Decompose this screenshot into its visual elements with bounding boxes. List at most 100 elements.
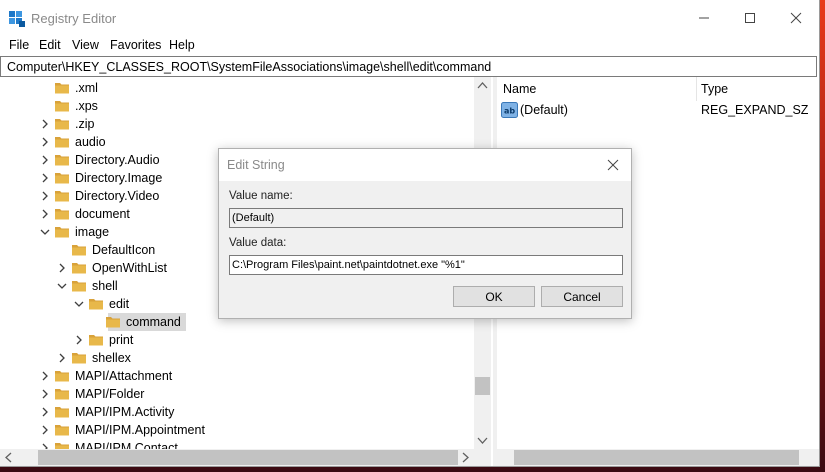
tree-node-label: OpenWithList bbox=[92, 261, 168, 275]
folder-icon bbox=[55, 227, 69, 238]
address-path: Computer\HKEY_CLASSES_ROOT\SystemFileAss… bbox=[7, 60, 492, 74]
menu-favorites[interactable]: Favorites bbox=[110, 38, 161, 52]
values-horizontal-scrollbar[interactable] bbox=[497, 449, 819, 466]
tree-node-label: MAPI/Folder bbox=[75, 387, 145, 401]
registry-app-icon bbox=[9, 11, 25, 27]
folder-icon bbox=[55, 425, 69, 436]
chevron-right-icon[interactable] bbox=[40, 191, 50, 201]
title-bar[interactable]: Registry Editor bbox=[0, 0, 819, 36]
value-row[interactable]: ab (Default) REG_EXPAND_SZ bbox=[497, 101, 819, 119]
folder-icon bbox=[72, 281, 86, 292]
chevron-right-icon[interactable] bbox=[74, 335, 84, 345]
tree-node[interactable]: .xml bbox=[0, 79, 474, 97]
value-name-label: Value name: bbox=[229, 190, 293, 202]
cancel-button[interactable]: Cancel bbox=[541, 286, 623, 307]
tree-node-label: image bbox=[75, 225, 110, 239]
menu-help[interactable]: Help bbox=[169, 38, 195, 52]
maximize-button[interactable] bbox=[727, 0, 773, 36]
tree-node-label: .zip bbox=[75, 117, 95, 131]
menu-view[interactable]: View bbox=[72, 38, 99, 52]
tree-node[interactable]: shellex bbox=[0, 349, 474, 367]
folder-icon bbox=[55, 137, 69, 148]
value-name: (Default) bbox=[520, 103, 568, 117]
dialog-title: Edit String bbox=[227, 158, 285, 172]
chevron-right-icon[interactable] bbox=[40, 425, 50, 435]
folder-icon bbox=[55, 209, 69, 220]
scroll-left-icon bbox=[5, 452, 12, 463]
chevron-down-icon[interactable] bbox=[40, 227, 50, 237]
folder-icon bbox=[55, 101, 69, 112]
tree-node-label: MAPI/Attachment bbox=[75, 369, 173, 383]
chevron-right-icon[interactable] bbox=[40, 119, 50, 129]
chevron-right-icon[interactable] bbox=[40, 155, 50, 165]
tree-node-label: command bbox=[126, 315, 181, 329]
tree-node[interactable]: .xps bbox=[0, 97, 474, 115]
tree-node[interactable]: print bbox=[0, 331, 474, 349]
folder-icon bbox=[55, 407, 69, 418]
scroll-right-icon bbox=[462, 452, 469, 463]
tree-hscroll-thumb[interactable] bbox=[38, 450, 458, 465]
chevron-down-icon[interactable] bbox=[74, 299, 84, 309]
window-title: Registry Editor bbox=[31, 11, 117, 26]
folder-icon bbox=[89, 335, 103, 346]
folder-icon bbox=[55, 83, 69, 94]
column-header-name[interactable]: Name bbox=[503, 82, 536, 96]
tree-node[interactable]: MAPI/IPM.Appointment bbox=[0, 421, 474, 439]
tree-node-label: DefaultIcon bbox=[92, 243, 156, 257]
chevron-right-icon[interactable] bbox=[40, 407, 50, 417]
tree-node-label: edit bbox=[109, 297, 130, 311]
value-data-label: Value data: bbox=[229, 237, 287, 249]
menu-edit[interactable]: Edit bbox=[39, 38, 61, 52]
registry-editor-window: Registry Editor File Edit View Favorites… bbox=[0, 0, 820, 467]
chevron-down-icon[interactable] bbox=[57, 281, 67, 291]
ok-button[interactable]: OK bbox=[453, 286, 535, 307]
close-button[interactable] bbox=[773, 0, 819, 36]
tree-node-label: document bbox=[75, 207, 130, 221]
tree-node-label: MAPI/IPM.Activity bbox=[75, 405, 175, 419]
maximize-icon bbox=[745, 13, 755, 23]
svg-text:ab: ab bbox=[504, 107, 515, 116]
tree-scroll-thumb[interactable] bbox=[475, 377, 490, 395]
folder-icon bbox=[55, 191, 69, 202]
chevron-right-icon[interactable] bbox=[57, 353, 67, 363]
chevron-right-icon[interactable] bbox=[40, 209, 50, 219]
tree-node-label: .xml bbox=[75, 81, 98, 95]
tree-node[interactable]: MAPI/Attachment bbox=[0, 367, 474, 385]
column-header-type[interactable]: Type bbox=[701, 82, 728, 96]
values-hscroll-thumb[interactable] bbox=[514, 450, 799, 465]
string-value-icon: ab bbox=[501, 102, 518, 118]
tree-node-label: MAPI/IPM.Appointment bbox=[75, 423, 205, 437]
tree-node-label: Directory.Video bbox=[75, 189, 160, 203]
tree-node[interactable]: MAPI/Folder bbox=[0, 385, 474, 403]
tree-node[interactable]: MAPI/IPM.Activity bbox=[0, 403, 474, 421]
column-divider[interactable] bbox=[696, 77, 697, 101]
tree-node[interactable]: .zip bbox=[0, 115, 474, 133]
value-data-input[interactable]: C:\Program Files\paint.net\paintdotnet.e… bbox=[229, 255, 623, 275]
chevron-right-icon[interactable] bbox=[57, 263, 67, 273]
folder-icon bbox=[72, 353, 86, 364]
tree-node-label: .xps bbox=[75, 99, 98, 113]
chevron-right-icon[interactable] bbox=[40, 389, 50, 399]
chevron-right-icon[interactable] bbox=[40, 371, 50, 381]
minimize-button[interactable] bbox=[681, 0, 727, 36]
close-icon bbox=[790, 12, 802, 24]
minimize-icon bbox=[699, 17, 709, 19]
value-type: REG_EXPAND_SZ bbox=[701, 103, 809, 117]
dialog-close-icon[interactable] bbox=[603, 155, 623, 175]
folder-icon bbox=[72, 263, 86, 274]
folder-icon bbox=[55, 173, 69, 184]
address-bar[interactable]: Computer\HKEY_CLASSES_ROOT\SystemFileAss… bbox=[0, 56, 817, 77]
folder-icon bbox=[55, 371, 69, 382]
chevron-right-icon[interactable] bbox=[40, 173, 50, 183]
menu-bar: File Edit View Favorites Help bbox=[0, 36, 819, 56]
tree-node-label: shellex bbox=[92, 351, 131, 365]
chevron-right-icon[interactable] bbox=[40, 137, 50, 147]
folder-icon bbox=[106, 317, 120, 328]
menu-file[interactable]: File bbox=[9, 38, 29, 52]
scroll-up-icon bbox=[477, 82, 488, 89]
folder-icon bbox=[72, 245, 86, 256]
tree-horizontal-scrollbar[interactable] bbox=[0, 449, 491, 466]
dialog-title-bar[interactable]: Edit String bbox=[219, 149, 631, 181]
folder-icon bbox=[55, 389, 69, 400]
value-name-field: (Default) bbox=[229, 208, 623, 228]
